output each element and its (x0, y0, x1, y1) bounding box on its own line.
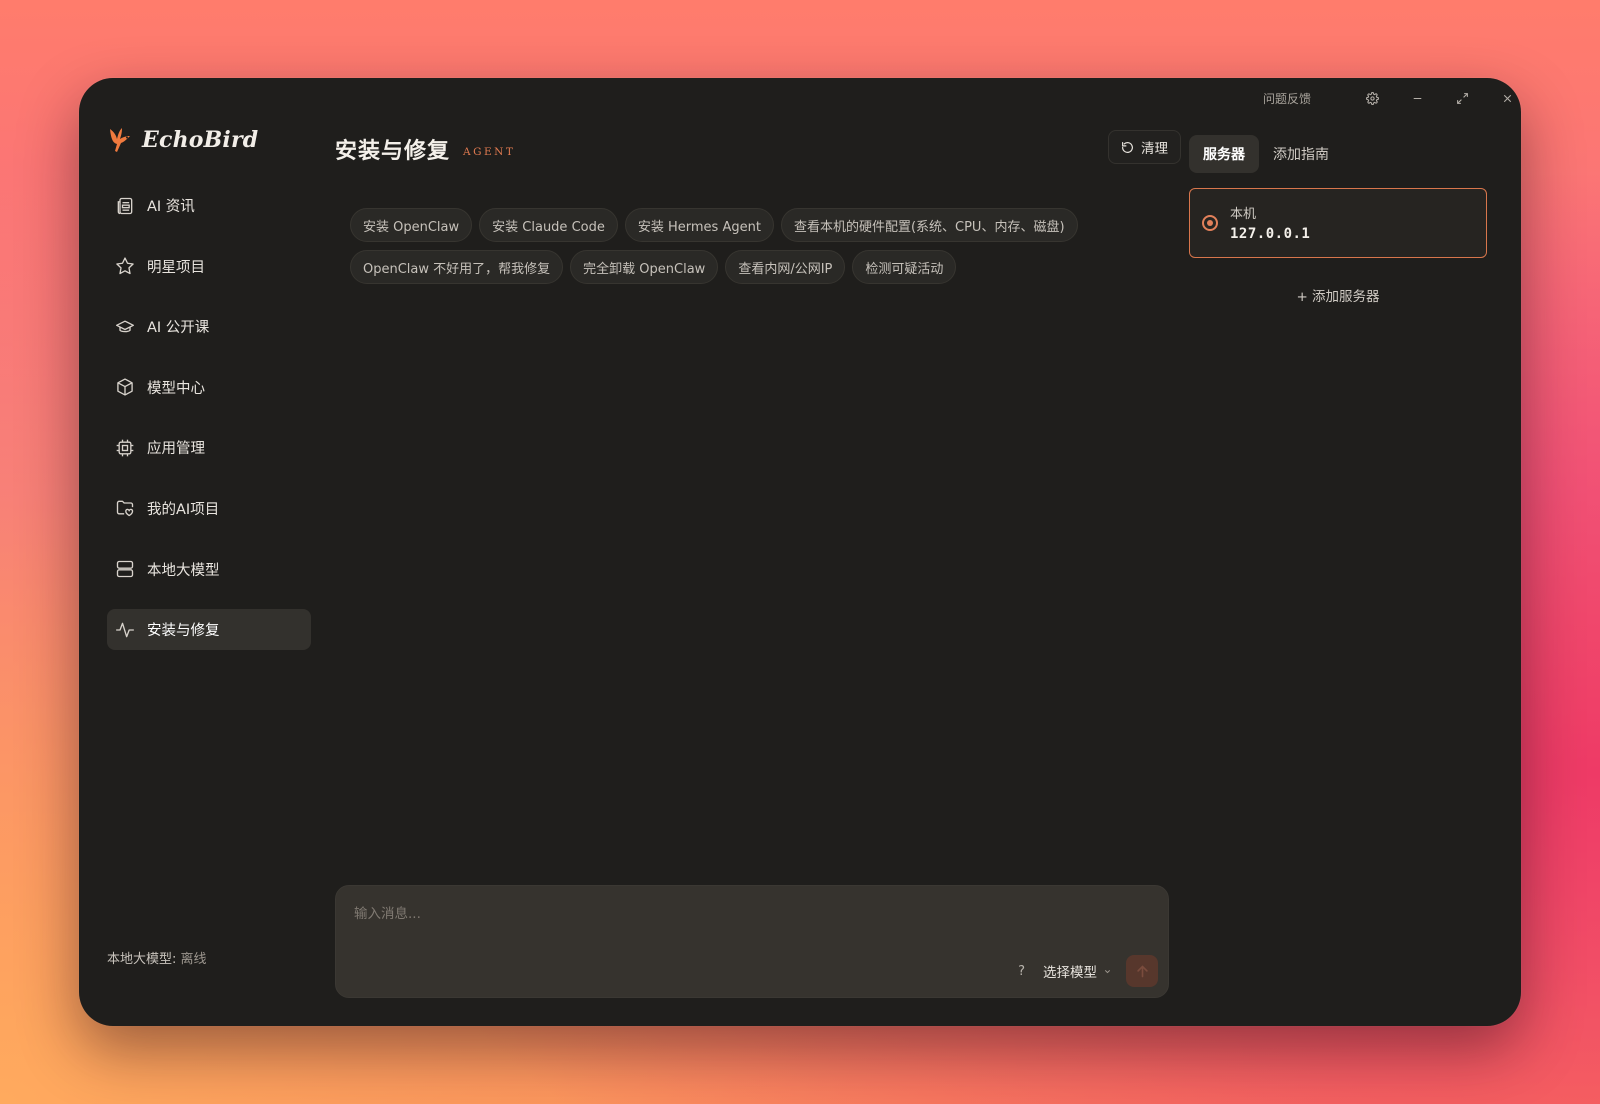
app-window: 问题反馈 EchoBird AI 资讯 明星项目 AI 公开课 模型中心 应用管… (79, 78, 1521, 1026)
suggestion-chip[interactable]: 查看本机的硬件配置(系统、CPU、内存、磁盘) (780, 208, 1078, 242)
brand-name: EchoBird (142, 127, 259, 153)
sidebar-item-label: AI 公开课 (147, 320, 210, 337)
clear-button[interactable]: 清理 (1108, 130, 1181, 164)
arrow-up-icon (1136, 964, 1148, 977)
server-radio[interactable] (1202, 215, 1218, 231)
sidebar-item-app-management[interactable]: 应用管理 (107, 427, 311, 468)
tab-add-guide[interactable]: 添加指南 (1259, 135, 1343, 173)
brand-logo: EchoBird (107, 126, 258, 154)
sidebar-item-ai-news[interactable]: AI 资讯 (107, 185, 311, 226)
suggestion-chip[interactable]: 安装 Claude Code (479, 208, 618, 242)
sidebar-item-label: AI 资讯 (147, 199, 195, 215)
status-value: 离线 (180, 952, 207, 967)
suggestion-chip[interactable]: 完全卸载 OpenClaw (570, 250, 719, 284)
sidebar-item-install-repair[interactable]: 安装与修复 (107, 609, 311, 651)
composer-toolbar: ? 选择模型 (1018, 955, 1158, 987)
server-panel: 服务器 添加指南 本机 127.0.0.1 + 添加服务器 (1189, 78, 1489, 1026)
main-panel: 安装与修复 AGENT 清理 安装 OpenClaw 安装 Claude Cod… (335, 78, 1183, 1026)
sidebar-item-local-llm[interactable]: 本地大模型 (107, 549, 311, 590)
graduation-cap-icon (115, 317, 135, 337)
suggestion-chip[interactable]: 查看内网/公网IP (725, 250, 846, 284)
message-composer: ? 选择模型 (335, 885, 1169, 998)
suggestion-chip[interactable]: 安装 OpenClaw (350, 208, 473, 242)
server-ip: 127.0.0.1 (1230, 226, 1311, 242)
server-name: 本机 (1230, 207, 1257, 222)
model-select[interactable]: 选择模型 (1043, 961, 1112, 981)
model-select-label: 选择模型 (1043, 965, 1097, 981)
suggestion-chip[interactable]: 安装 Hermes Agent (624, 208, 774, 242)
server-panel-tabs: 服务器 添加指南 (1189, 135, 1343, 173)
newspaper-icon (115, 196, 135, 216)
help-button[interactable]: ? (1018, 964, 1025, 979)
clear-label: 清理 (1141, 141, 1168, 157)
suggestion-chip[interactable]: 检测可疑活动 (852, 250, 957, 284)
tab-servers[interactable]: 服务器 (1189, 135, 1259, 173)
star-icon (115, 256, 135, 276)
sidebar: EchoBird AI 资讯 明星项目 AI 公开课 模型中心 应用管理 我的A… (79, 78, 319, 1026)
activity-icon (115, 620, 135, 640)
send-button[interactable] (1126, 955, 1158, 987)
message-input[interactable] (354, 902, 1134, 926)
close-icon (1503, 94, 1511, 102)
cpu-chip-icon (115, 438, 135, 458)
sidebar-item-model-center[interactable]: 模型中心 (107, 367, 311, 408)
local-llm-status: 本地大模型: 离线 (107, 948, 207, 967)
chevron-down-icon (1104, 969, 1111, 973)
sidebar-item-label: 本地大模型 (147, 562, 220, 579)
sidebar-item-label: 我的AI项目 (147, 501, 220, 518)
sidebar-item-label: 安装与修复 (147, 623, 220, 640)
page-title: 安装与修复 (335, 139, 451, 164)
sidebar-item-ai-courses[interactable]: AI 公开课 (107, 306, 311, 347)
bird-logo-icon (110, 128, 130, 152)
suggestion-chips: 安装 OpenClaw 安装 Claude Code 安装 Hermes Age… (350, 208, 1110, 284)
sidebar-item-my-ai-projects[interactable]: 我的AI项目 (107, 488, 311, 529)
sidebar-item-star-projects[interactable]: 明星项目 (107, 246, 311, 287)
folder-heart-icon (115, 498, 135, 518)
suggestion-chip[interactable]: OpenClaw 不好用了，帮我修复 (350, 250, 564, 284)
refresh-icon (1122, 141, 1133, 153)
sidebar-nav: AI 资讯 明星项目 AI 公开课 模型中心 应用管理 我的AI项目 本地大模型… (107, 185, 311, 670)
sidebar-item-label: 模型中心 (147, 380, 205, 397)
status-label: 本地大模型: (107, 952, 181, 967)
server-icon (115, 559, 135, 579)
cube-icon (115, 377, 135, 397)
add-server-button[interactable]: + 添加服务器 (1189, 285, 1487, 305)
close-button[interactable] (1495, 86, 1519, 110)
sidebar-item-label: 应用管理 (147, 441, 205, 458)
sidebar-item-label: 明星项目 (147, 259, 205, 276)
agent-badge: AGENT (463, 146, 516, 158)
server-card-local[interactable]: 本机 127.0.0.1 (1189, 188, 1487, 258)
